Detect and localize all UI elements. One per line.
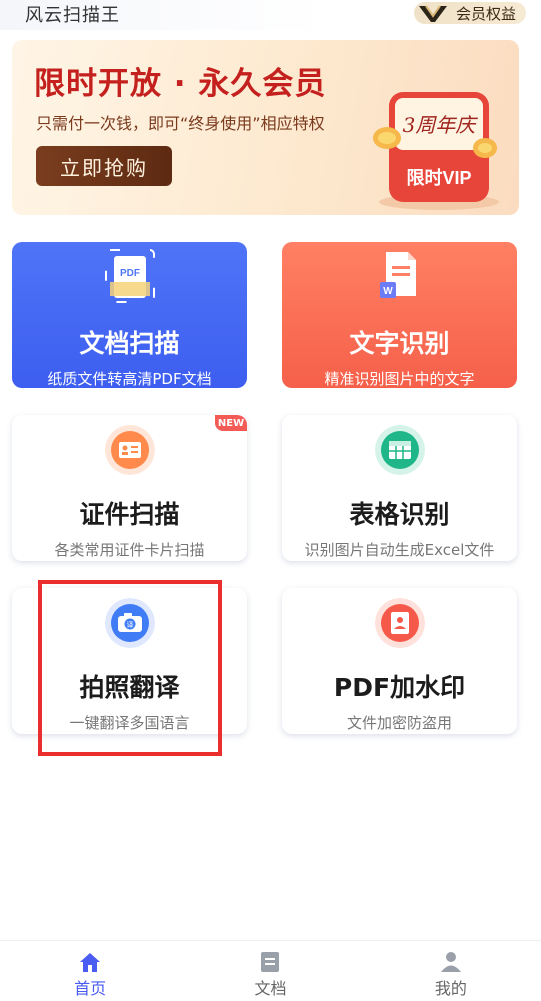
anniversary-gift-icon: 3周年庆 限时VIP xyxy=(373,92,499,210)
tile-id-scan[interactable]: NEW 证件扫描 各类常用证件卡片扫描 xyxy=(12,415,247,561)
buy-now-button[interactable]: 立即抢购 xyxy=(36,146,172,186)
tile-title: PDF加水印 xyxy=(333,673,466,702)
app-title: 风云扫描王 xyxy=(25,5,120,26)
tile-subtitle: 识别图片自动生成Excel文件 xyxy=(304,541,495,559)
home-icon xyxy=(80,953,101,972)
pdf-icon-label: PDF xyxy=(120,268,140,279)
banner-title: 限时开放 · 永久会员 xyxy=(34,66,327,102)
nav-home[interactable]: 首页 xyxy=(0,941,180,1001)
tile-title: 文字识别 xyxy=(349,329,450,358)
tile-table-recognition[interactable]: 表格识别 识别图片自动生成Excel文件 xyxy=(282,415,517,561)
nav-profile[interactable]: 我的 xyxy=(361,941,541,1001)
tile-title: 证件扫描 xyxy=(79,500,180,529)
bottom-nav: 首页 文档 我的 xyxy=(0,940,541,1001)
word-icon-label: W xyxy=(383,286,393,297)
new-badge: NEW xyxy=(215,415,247,431)
tile-text-recognition[interactable]: W 文字识别 精准识别图片中的文字 xyxy=(282,242,517,388)
tile-subtitle: 纸质文件转高清PDF文档 xyxy=(47,370,212,388)
nav-documents[interactable]: 文档 xyxy=(180,941,360,1001)
watermark-icon xyxy=(374,598,425,648)
pdf-scan-icon: PDF xyxy=(104,249,155,303)
word-doc-icon: W xyxy=(379,252,416,298)
nav-documents-label: 文档 xyxy=(254,979,287,998)
profile-icon xyxy=(440,952,461,972)
tile-subtitle: 文件加密防盗用 xyxy=(346,714,452,732)
vip-crown-icon xyxy=(419,5,447,22)
anniversary-text: 3周年庆 xyxy=(403,113,479,137)
highlight-box xyxy=(38,580,222,756)
nav-profile-label: 我的 xyxy=(434,979,467,998)
tile-pdf-watermark[interactable]: PDF加水印 文件加密防盗用 xyxy=(282,588,517,734)
promo-banner[interactable]: 限时开放 · 永久会员 只需付一次钱，即可“终身使用”相应特权 立即抢购 3周年… xyxy=(12,40,519,215)
limited-vip-text: 限时VIP xyxy=(406,168,471,188)
banner-subtitle: 只需付一次钱，即可“终身使用”相应特权 xyxy=(36,114,325,133)
vip-benefits-button[interactable]: 会员权益 xyxy=(414,2,526,24)
top-bar: 风云扫描王 会员权益 xyxy=(0,0,541,30)
table-icon xyxy=(374,425,425,475)
id-card-icon xyxy=(104,425,155,475)
tile-document-scan[interactable]: PDF 文档扫描 纸质文件转高清PDF文档 xyxy=(12,242,247,388)
vip-benefits-label: 会员权益 xyxy=(455,4,516,23)
nav-home-label: 首页 xyxy=(74,979,107,998)
document-icon xyxy=(261,952,280,972)
tile-title: 文档扫描 xyxy=(79,329,180,358)
tile-subtitle: 精准识别图片中的文字 xyxy=(324,370,475,388)
tile-subtitle: 各类常用证件卡片扫描 xyxy=(54,541,205,559)
tile-title: 表格识别 xyxy=(349,500,450,529)
